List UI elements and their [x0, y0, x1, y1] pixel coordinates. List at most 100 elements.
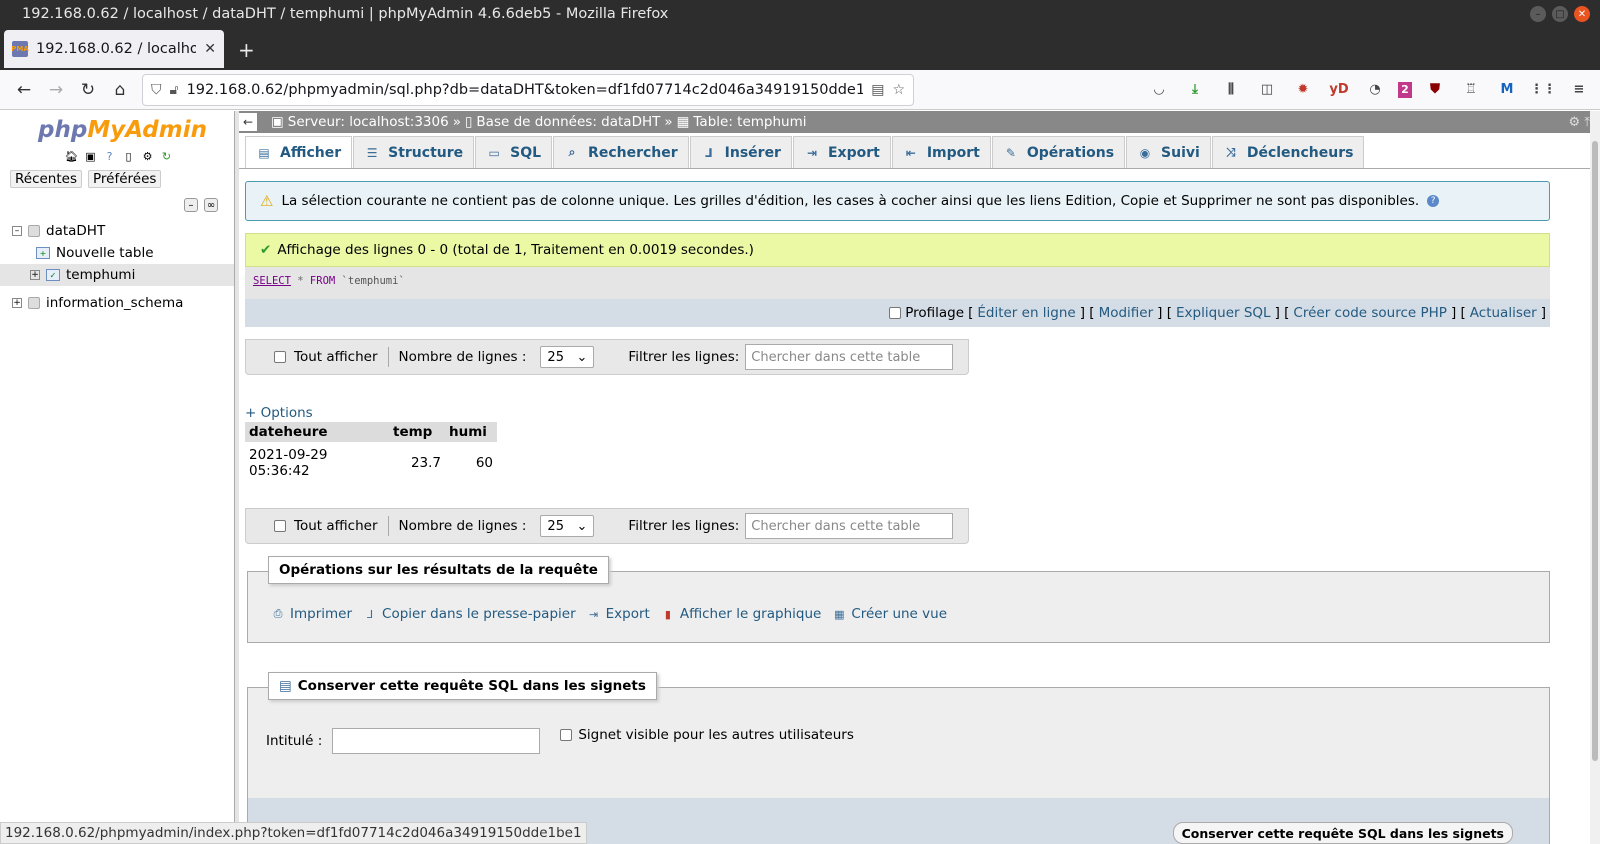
- modify-link[interactable]: Modifier: [1099, 305, 1154, 321]
- extension-yd-icon[interactable]: yD: [1326, 77, 1352, 103]
- reload-button[interactable]: ↻: [72, 74, 104, 106]
- tree-label[interactable]: temphumi: [66, 267, 135, 283]
- tab-triggers[interactable]: ⤨ Déclencheurs: [1211, 136, 1365, 168]
- maximize-button[interactable]: □: [1552, 6, 1568, 22]
- new-tab-button[interactable]: +: [238, 38, 255, 62]
- tab-export[interactable]: ⇥ Export: [792, 136, 891, 168]
- home-button[interactable]: ⌂: [104, 74, 136, 106]
- sql-keyword-select[interactable]: SELECT: [253, 275, 291, 287]
- tree-table-temphumi[interactable]: + ✓ temphumi: [0, 264, 234, 286]
- close-tab-icon[interactable]: ✕: [204, 41, 216, 57]
- print-link[interactable]: ⎙ Imprimer: [270, 606, 352, 622]
- tree-label[interactable]: information_schema: [46, 295, 183, 311]
- help-icon[interactable]: ?: [1427, 195, 1440, 207]
- expand-icon[interactable]: +: [30, 270, 40, 280]
- extension-two-icon[interactable]: 2: [1398, 81, 1412, 98]
- forward-button[interactable]: →: [40, 74, 72, 106]
- link-icon[interactable]: ∞: [204, 198, 218, 212]
- bookmark-star-icon[interactable]: ☆: [892, 82, 905, 98]
- column-temp[interactable]: temp: [389, 422, 445, 442]
- tab-insert[interactable]: ⅃ Insérer: [689, 136, 792, 168]
- column-dateheure[interactable]: dateheure: [245, 422, 389, 442]
- breadcrumb-table[interactable]: Table: temphumi: [693, 114, 806, 130]
- tree-db-datadht[interactable]: – dataDHT: [0, 220, 234, 242]
- download-icon[interactable]: ⤓: [1182, 77, 1208, 103]
- tab-structure[interactable]: ☰ Structure: [353, 136, 475, 168]
- cell-dateheure[interactable]: 2021-09-29 05:36:42: [245, 442, 389, 484]
- back-button[interactable]: ←: [8, 74, 40, 106]
- rows-select[interactable]: 25 ⌄: [540, 346, 595, 368]
- options-link[interactable]: + Options: [245, 405, 313, 421]
- tab-operations[interactable]: ✎ Opérations: [991, 136, 1126, 168]
- cell-temp[interactable]: 23.7: [389, 442, 445, 484]
- shield-icon[interactable]: ⛉: [151, 82, 162, 98]
- create-view-link[interactable]: ▦ Créer une vue: [831, 606, 947, 622]
- main-scrollbar[interactable]: [1590, 111, 1600, 844]
- bookmark-label-input[interactable]: [332, 728, 541, 754]
- sidebar-icon[interactable]: ◫: [1254, 77, 1280, 103]
- bookmark-shared-checkbox[interactable]: [560, 729, 573, 741]
- scrollbar-thumb[interactable]: [1592, 141, 1598, 761]
- php-code-link[interactable]: Créer code source PHP: [1293, 305, 1447, 321]
- hamburger-menu-icon[interactable]: ≡: [1566, 77, 1592, 103]
- pocket-icon[interactable]: ◡: [1146, 77, 1172, 103]
- edit-inline-link[interactable]: Éditer en ligne: [977, 305, 1075, 321]
- show-all-checkbox[interactable]: [274, 520, 286, 532]
- show-chart-link[interactable]: ▮ Afficher le graphique: [660, 606, 822, 622]
- extension-owl-icon[interactable]: ♖: [1458, 77, 1484, 103]
- insecure-lock-icon[interactable]: 🔓︎: [170, 82, 179, 98]
- column-humi[interactable]: humi: [445, 422, 497, 442]
- home-icon[interactable]: 🏠︎: [64, 149, 79, 164]
- url-bar[interactable]: ⛉ 🔓︎ 192.168.0.62/phpmyadmin/sql.php?db=…: [142, 73, 914, 106]
- rows-select[interactable]: 25 ⌄: [540, 515, 595, 537]
- reload-nav-icon[interactable]: ↻: [159, 149, 174, 164]
- sql-query-box[interactable]: SELECT * FROM `temphumi`: [245, 267, 1550, 299]
- tree-db-information-schema[interactable]: + information_schema: [0, 292, 234, 314]
- extension-circle-icon[interactable]: ◔: [1362, 77, 1388, 103]
- browser-tab[interactable]: PMA 192.168.0.62 / localhost ✕: [4, 30, 224, 68]
- refresh-link[interactable]: Actualiser: [1470, 305, 1537, 321]
- phpmyadmin-logo[interactable]: phpMyAdmin: [38, 117, 234, 143]
- triggers-icon: ⤨: [1226, 145, 1236, 159]
- explain-sql-link[interactable]: Expliquer SQL: [1176, 305, 1271, 321]
- tree-label[interactable]: Nouvelle table: [56, 245, 154, 261]
- cell-humi[interactable]: 60: [445, 442, 497, 484]
- settings-gear-icon[interactable]: ⚙ ⤒: [1568, 115, 1590, 130]
- extension-bug-icon[interactable]: ✹: [1290, 77, 1316, 103]
- help-icon[interactable]: ?: [102, 149, 117, 164]
- grid-menu-icon[interactable]: ⋮⋮: [1530, 77, 1556, 103]
- profiling-checkbox[interactable]: [889, 307, 902, 319]
- export-link[interactable]: ⇥ Export: [586, 606, 650, 622]
- filter-input[interactable]: Chercher dans cette table: [745, 513, 954, 539]
- bookmark-submit-button[interactable]: Conserver cette requête SQL dans les sig…: [1172, 822, 1513, 844]
- expand-icon[interactable]: +: [12, 298, 22, 308]
- library-icon[interactable]: ⫼: [1218, 77, 1244, 103]
- ublock-icon[interactable]: ⛊: [1422, 77, 1448, 103]
- collapse-icon[interactable]: –: [12, 226, 22, 236]
- logout-icon[interactable]: ▣: [83, 149, 98, 164]
- close-window-button[interactable]: ✕: [1574, 6, 1590, 22]
- show-all-checkbox[interactable]: [274, 351, 286, 363]
- recent-button[interactable]: Récentes: [10, 170, 82, 188]
- settings-gear-icon[interactable]: ⚙: [140, 149, 155, 164]
- table-row[interactable]: 2021-09-29 05:36:42 23.7 60: [245, 442, 497, 484]
- docs-icon[interactable]: ▯: [121, 149, 136, 164]
- reader-view-icon[interactable]: ▤: [871, 82, 884, 98]
- tab-tracking[interactable]: ◉ Suivi: [1126, 136, 1211, 168]
- tab-search[interactable]: ⌕ Rechercher: [553, 136, 689, 168]
- tree-new-table[interactable]: + Nouvelle table: [0, 242, 234, 264]
- tab-import[interactable]: ⇤ Import: [891, 136, 991, 168]
- minimize-button[interactable]: –: [1530, 6, 1546, 22]
- favorites-button[interactable]: Préférées: [88, 170, 162, 188]
- tree-label[interactable]: dataDHT: [46, 223, 105, 239]
- url-text[interactable]: 192.168.0.62/phpmyadmin/sql.php?db=dataD…: [187, 82, 864, 98]
- collapse-nav-icon[interactable]: ←: [239, 113, 257, 131]
- collapse-all-icon[interactable]: –: [184, 198, 198, 212]
- tab-sql[interactable]: ▭ SQL: [475, 136, 553, 168]
- tab-browse[interactable]: ▤ Afficher: [245, 136, 353, 168]
- breadcrumb-database[interactable]: Base de données: dataDHT: [476, 114, 660, 130]
- filter-input[interactable]: Chercher dans cette table: [745, 344, 954, 370]
- extension-m-icon[interactable]: M: [1494, 77, 1520, 103]
- copy-clipboard-link[interactable]: ⅃ Copier dans le presse-papier: [362, 606, 576, 622]
- breadcrumb-server[interactable]: Serveur: localhost:3306: [288, 114, 449, 130]
